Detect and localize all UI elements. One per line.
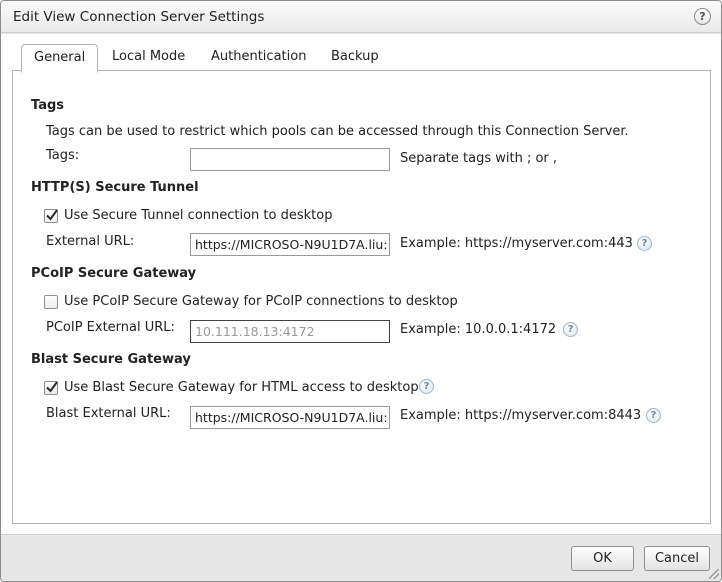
- dialog-title: Edit View Connection Server Settings: [13, 9, 265, 25]
- external-url-label: External URL:: [46, 234, 135, 249]
- pcoip-external-url-label: PCoIP External URL:: [46, 320, 175, 335]
- tags-hint: Separate tags with ; or ,: [400, 151, 558, 166]
- external-url-help-icon[interactable]: ?: [637, 236, 652, 251]
- help-icon[interactable]: ?: [694, 8, 711, 25]
- ok-button[interactable]: OK: [571, 546, 634, 571]
- blast-external-url-example: Example: https://myserver.com:8443: [400, 408, 642, 423]
- pcoip-heading: PCoIP Secure Gateway: [31, 266, 197, 281]
- pcoip-checkbox-label[interactable]: Use PCoIP Secure Gateway for PCoIP conne…: [64, 294, 458, 309]
- checkmark-icon: [46, 381, 58, 393]
- dialog-footer: OK Cancel: [1, 534, 721, 581]
- tags-input[interactable]: [190, 148, 390, 171]
- cancel-button[interactable]: Cancel: [644, 546, 710, 571]
- pcoip-help-icon[interactable]: ?: [563, 322, 578, 337]
- pcoip-external-url-input[interactable]: 10.111.18.13:4172: [190, 320, 390, 343]
- tags-description: Tags can be used to restrict which pools…: [46, 124, 629, 139]
- resize-grip-icon[interactable]: [709, 569, 719, 579]
- blast-external-url-help-icon[interactable]: ?: [646, 408, 661, 423]
- secure-tunnel-checkbox-label[interactable]: Use Secure Tunnel connection to desktop: [64, 208, 332, 223]
- tab-authentication[interactable]: Authentication: [199, 44, 318, 72]
- blast-checkbox[interactable]: [44, 381, 58, 395]
- tab-backup[interactable]: Backup: [319, 44, 391, 72]
- edit-connection-server-dialog: Edit View Connection Server Settings ? G…: [0, 0, 722, 582]
- blast-checkbox-label[interactable]: Use Blast Secure Gateway for HTML access…: [64, 380, 419, 395]
- secure-tunnel-heading: HTTP(S) Secure Tunnel: [31, 180, 199, 195]
- blast-external-url-input[interactable]: https://MICROSO-N9U1D7A.liu:: [190, 406, 390, 429]
- pcoip-external-url-example: Example: 10.0.0.1:4172: [400, 322, 557, 337]
- dialog-body: General Local Mode Authentication Backup…: [1, 34, 721, 534]
- checkmark-icon: [46, 209, 58, 221]
- pcoip-checkbox[interactable]: [44, 295, 58, 309]
- external-url-input[interactable]: https://MICROSO-N9U1D7A.liu:: [190, 233, 390, 256]
- external-url-example: Example: https://myserver.com:443: [400, 236, 633, 251]
- tags-heading: Tags: [31, 98, 65, 113]
- secure-tunnel-checkbox[interactable]: [44, 209, 58, 223]
- tab-local-mode[interactable]: Local Mode: [100, 44, 197, 72]
- tab-general[interactable]: General: [21, 44, 99, 73]
- tags-label: Tags:: [46, 148, 80, 163]
- blast-external-url-label: Blast External URL:: [46, 406, 171, 421]
- blast-heading: Blast Secure Gateway: [31, 352, 191, 367]
- blast-checkbox-help-icon[interactable]: ?: [419, 379, 434, 394]
- title-bar[interactable]: Edit View Connection Server Settings ?: [1, 1, 721, 33]
